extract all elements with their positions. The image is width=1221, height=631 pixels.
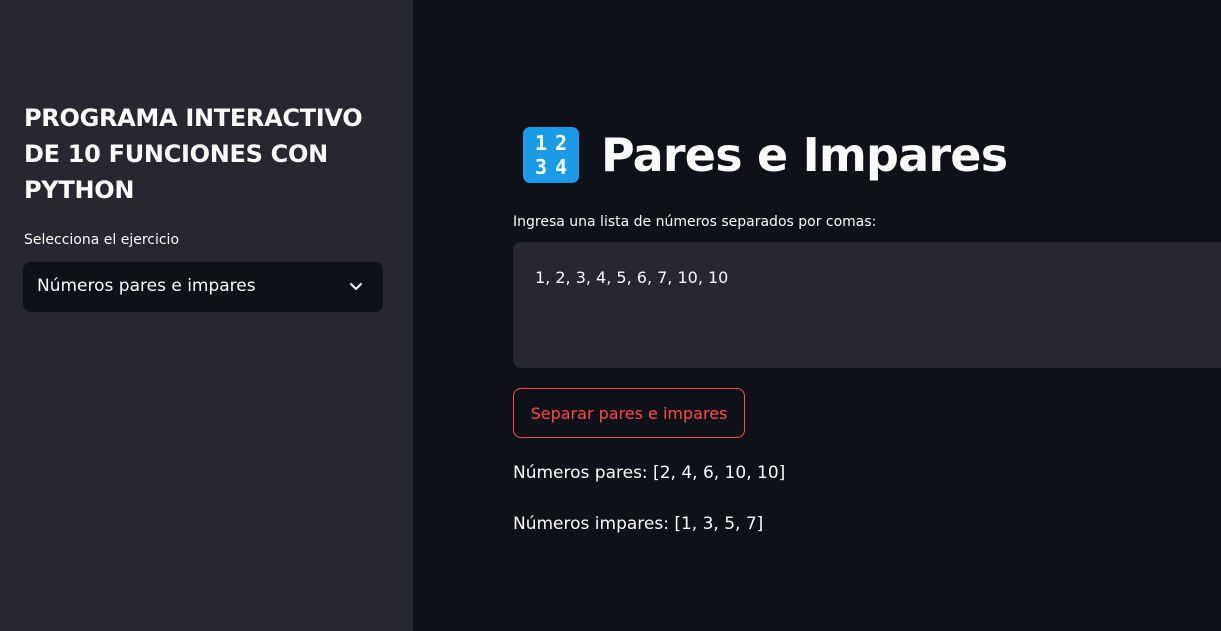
icon-digit: 4 — [554, 155, 568, 179]
sidebar-title: PROGRAMA INTERACTIVO DE 10 FUNCIONES CON… — [24, 104, 363, 204]
page-title: Pares e Impares — [601, 128, 1008, 182]
icon-digit: 2 — [554, 131, 568, 155]
exercise-select[interactable]: Números pares e impares — [23, 262, 383, 312]
app-root: PROGRAMA INTERACTIVO DE 10 FUNCIONES CON… — [0, 0, 1221, 631]
numbers-textarea[interactable]: 1, 2, 3, 4, 5, 6, 7, 10, 10 — [513, 242, 1221, 368]
exercise-select-label: Selecciona el ejercicio — [24, 232, 180, 248]
main-content: 1 2 3 4 Pares e Impares Ingresa una list… — [413, 0, 1221, 631]
sidebar: PROGRAMA INTERACTIVO DE 10 FUNCIONES CON… — [0, 0, 413, 631]
even-numbers-result: Números pares: [2, 4, 6, 10, 10] — [513, 463, 786, 483]
chevron-down-icon — [350, 283, 362, 290]
separate-button[interactable]: Separar pares e impares — [513, 388, 745, 438]
keycap-1234-icon: 1 2 3 4 — [523, 127, 579, 183]
odd-numbers-result: Números impares: [1, 3, 5, 7] — [513, 514, 764, 534]
numbers-textarea-value: 1, 2, 3, 4, 5, 6, 7, 10, 10 — [535, 268, 729, 287]
icon-digit: 3 — [534, 155, 548, 179]
icon-digit: 1 — [534, 131, 548, 155]
exercise-select-value: Números pares e impares — [37, 276, 256, 296]
numbers-input-label: Ingresa una lista de números separados p… — [513, 214, 877, 230]
page-header: 1 2 3 4 Pares e Impares — [523, 122, 1008, 188]
